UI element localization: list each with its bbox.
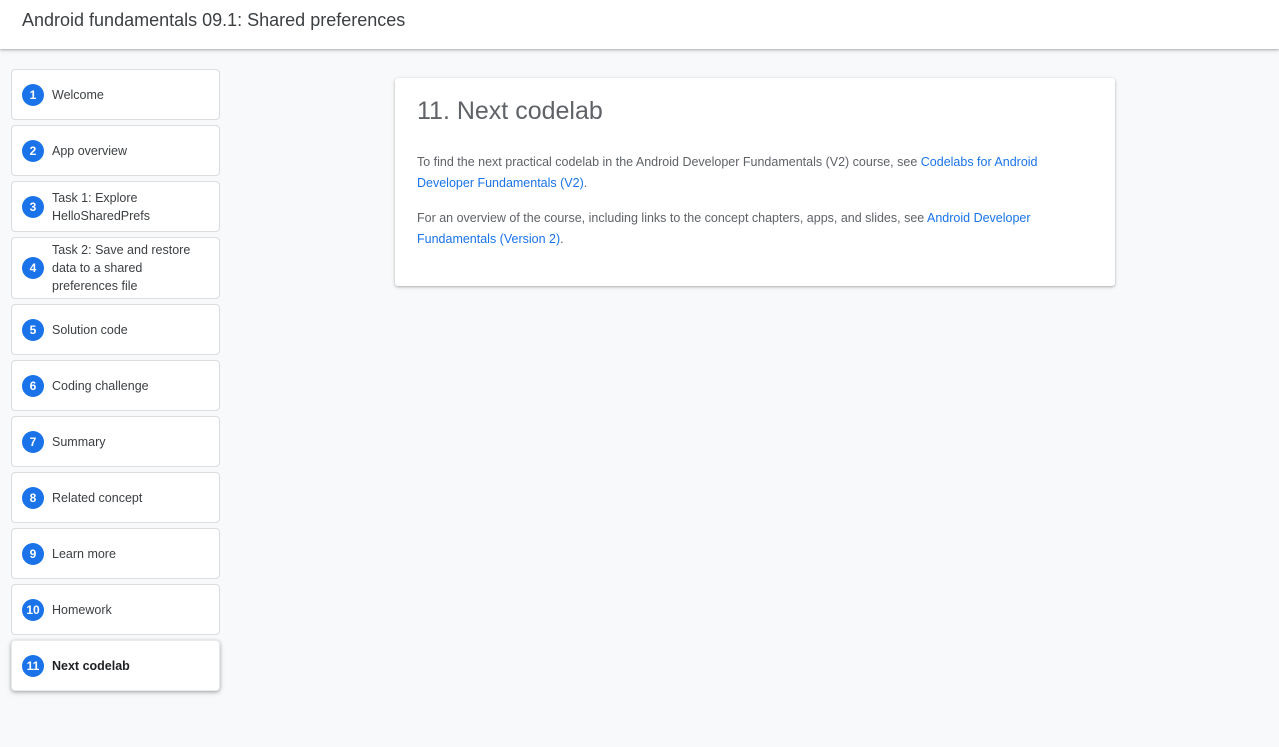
step-content-card: 11. Next codelab To find the next practi… <box>395 78 1115 286</box>
step-label: App overview <box>52 143 128 158</box>
step-label: Welcome <box>52 87 104 102</box>
step-label: Task 2: Save and restore data to a share… <box>52 243 191 293</box>
paragraph-end: . <box>560 232 564 246</box>
step-label: Related concept <box>52 490 143 505</box>
step-number-badge: 8 <box>22 486 44 509</box>
page-title: Android fundamentals 09.1: Shared prefer… <box>22 10 406 30</box>
step-item-related-concept[interactable]: 8 Related concept <box>11 472 220 523</box>
step-label: Homework <box>52 602 112 617</box>
step-label: Solution code <box>52 322 128 337</box>
step-item-task-2[interactable]: 4 Task 2: Save and restore data to a sha… <box>11 237 220 299</box>
step-label: Learn more <box>52 546 116 561</box>
step-number-badge: 6 <box>22 374 44 397</box>
step-label: Summary <box>52 434 106 449</box>
step-item-task-1[interactable]: 3 Task 1: Explore HelloSharedPrefs <box>11 181 220 232</box>
paragraph-text: For an overview of the course, including… <box>417 211 928 225</box>
step-item-summary[interactable]: 7 Summary <box>11 416 220 467</box>
top-app-bar: Android fundamentals 09.1: Shared prefer… <box>0 0 1279 49</box>
step-number-badge: 3 <box>22 195 44 218</box>
step-item-coding-challenge[interactable]: 6 Coding challenge <box>11 360 220 411</box>
step-number-badge: 4 <box>22 257 44 279</box>
step-number-badge: 10 <box>22 598 44 621</box>
step-number-badge: 1 <box>22 83 44 106</box>
paragraph-text: To find the next practical codelab in th… <box>417 155 921 169</box>
paragraph-end: . <box>583 176 588 190</box>
step-item-learn-more[interactable]: 9 Learn more <box>11 528 220 579</box>
step-number-badge: 5 <box>22 318 44 341</box>
step-item-homework[interactable]: 10 Homework <box>11 584 220 635</box>
step-item-app-overview[interactable]: 2 App overview <box>11 125 220 176</box>
step-label: Next codelab <box>52 658 130 673</box>
step-number-badge: 7 <box>22 430 44 453</box>
next-codelab-paragraph: To find the next practical codelab in th… <box>417 152 1057 194</box>
step-item-solution-code[interactable]: 5 Solution code <box>11 304 220 355</box>
step-number-badge: 2 <box>22 139 44 162</box>
step-number-badge: 11 <box>22 654 44 677</box>
step-heading: 11. Next codelab <box>417 97 603 125</box>
step-label: Task 1: Explore HelloSharedPrefs <box>52 190 150 223</box>
course-overview-paragraph: For an overview of the course, including… <box>417 208 1057 250</box>
step-item-next-codelab[interactable]: 11 Next codelab <box>11 640 220 691</box>
step-label: Coding challenge <box>52 378 149 393</box>
step-item-welcome[interactable]: 1 Welcome <box>11 69 220 120</box>
step-number-badge: 9 <box>22 542 44 565</box>
